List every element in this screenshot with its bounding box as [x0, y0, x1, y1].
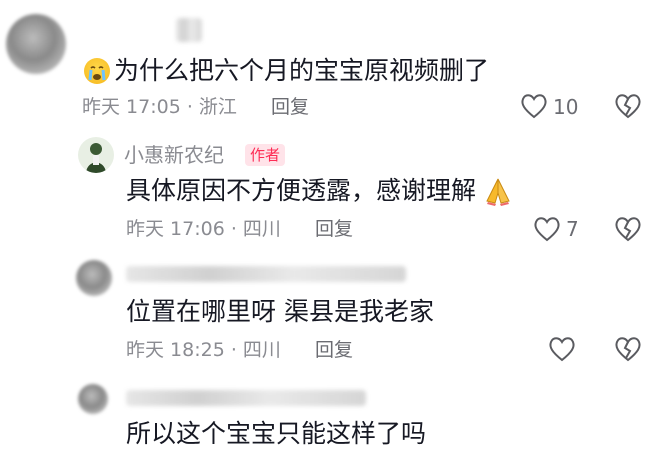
- comment-text: 所以这个宝宝只能这样了吗: [126, 419, 427, 448]
- dislike-icon[interactable]: [614, 336, 642, 362]
- like-icon[interactable]: [548, 336, 576, 362]
- reply-button[interactable]: 回复: [315, 217, 353, 241]
- avatar[interactable]: [78, 137, 114, 173]
- dislike-icon[interactable]: [614, 93, 642, 119]
- comment-meta: 昨天 18:25 · 四川: [126, 339, 281, 361]
- comment-meta: 昨天 17:05 · 浙江: [82, 96, 237, 118]
- like-count: 7: [566, 217, 579, 241]
- like-count: 10: [553, 95, 579, 119]
- username-blurred: [126, 390, 366, 406]
- username-blurred: [176, 18, 202, 42]
- author-badge: 作者: [245, 144, 286, 166]
- comment-text: 位置在哪里呀 渠县是我老家: [126, 297, 434, 326]
- loudly-crying-face-icon: [84, 58, 110, 84]
- username-blurred: [126, 266, 406, 282]
- comment-meta: 昨天 17:06 · 四川: [126, 218, 281, 240]
- like-icon[interactable]: [533, 216, 561, 242]
- reply-button[interactable]: 回复: [315, 338, 353, 362]
- folded-hands-icon: [482, 175, 514, 207]
- avatar[interactable]: [76, 260, 112, 296]
- comment-text: 为什么把六个月的宝宝原视频删了: [114, 56, 490, 85]
- like-icon[interactable]: [520, 93, 548, 119]
- avatar[interactable]: [6, 14, 66, 74]
- reply-button[interactable]: 回复: [271, 95, 309, 119]
- author-name[interactable]: 小惠新农纪: [124, 143, 224, 167]
- comment-text: 具体原因不方便透露，感谢理解: [126, 176, 477, 205]
- dislike-icon[interactable]: [614, 216, 642, 242]
- avatar[interactable]: [78, 384, 108, 414]
